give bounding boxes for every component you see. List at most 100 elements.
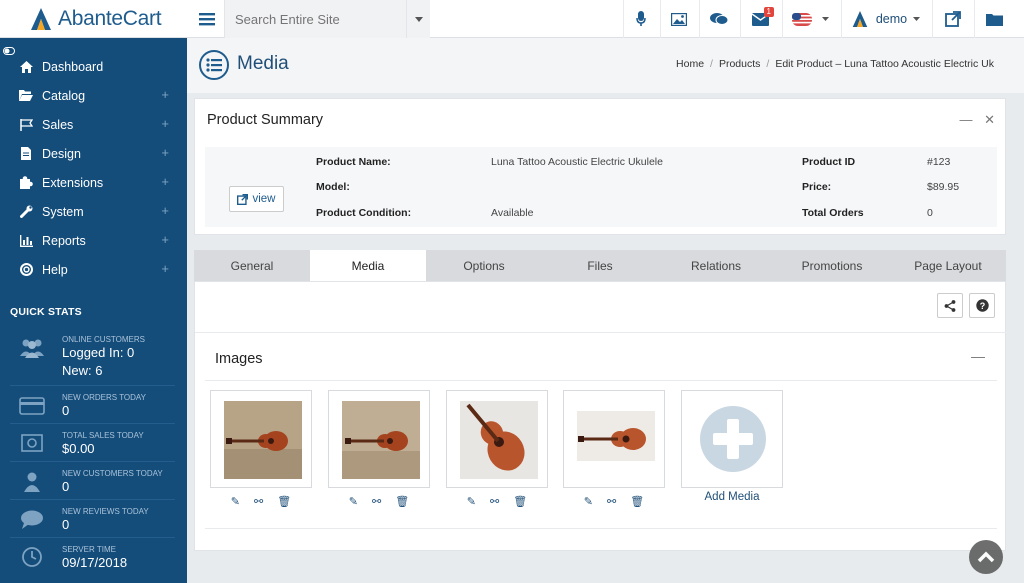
- image-actions: ✎ ⚯ 🗑: [328, 495, 430, 508]
- page-header: Media Home / Products / Edit Product – Luna …: [187, 38, 1024, 93]
- stat-label: SERVER TIME: [62, 545, 116, 554]
- tab-files[interactable]: Files: [542, 250, 658, 281]
- trash-icon[interactable]: 🗑: [277, 495, 291, 508]
- menu-toggle-button[interactable]: [192, 0, 222, 38]
- stat-value: 0: [62, 479, 70, 494]
- stat-value: 0: [62, 517, 70, 532]
- sidebar-item-sales[interactable]: Sales +: [0, 110, 187, 139]
- divider: [195, 332, 1007, 333]
- logo[interactable]: AbanteCart: [0, 0, 187, 38]
- stat-value: New: 6: [62, 363, 103, 378]
- close-icon[interactable]: ✕: [984, 112, 995, 127]
- sidebar-item-dashboard[interactable]: Dashboard: [0, 52, 187, 81]
- stat-value: $0.00: [62, 441, 95, 456]
- us-flag-icon: [792, 12, 812, 26]
- tab-promotions[interactable]: Promotions: [774, 250, 890, 281]
- breadcrumb: Home / Products / Edit Product – Luna Tattoo…: [676, 58, 994, 70]
- image-thumbnail[interactable]: [210, 390, 312, 488]
- edit-icon[interactable]: ✎: [467, 495, 476, 508]
- external-link-icon: [237, 193, 249, 205]
- unlink-icon[interactable]: ⚯: [607, 495, 616, 508]
- product-tabs: General Media Options Files Relations Pr…: [194, 250, 1006, 281]
- user-name: demo: [875, 12, 908, 26]
- stat-label: TOTAL SALES TODAY: [62, 431, 144, 440]
- edit-icon[interactable]: ✎: [349, 495, 358, 508]
- stat-label: NEW ORDERS TODAY: [62, 393, 147, 402]
- media-manager-button[interactable]: [660, 0, 696, 38]
- media-panel: ? Images — ✎ ⚯ 🗑 ✎ ⚯ 🗑 ✎ ⚯ 🗑 ✎ ⚯ 🗑 Add M…: [194, 281, 1007, 551]
- expand-icon: +: [161, 116, 169, 131]
- open-storefront-button[interactable]: [932, 0, 972, 38]
- image-thumbnail[interactable]: [328, 390, 430, 488]
- tab-general[interactable]: General: [194, 250, 310, 281]
- breadcrumb-products[interactable]: Products: [719, 58, 760, 70]
- image-actions: ✎ ⚯ 🗑: [563, 495, 665, 508]
- chat-button[interactable]: [699, 0, 737, 38]
- tab-media[interactable]: Media: [310, 250, 426, 281]
- breadcrumb-current: Edit Product – Luna Tattoo Acoustic Elec…: [775, 58, 994, 70]
- sidebar-item-help[interactable]: Help +: [0, 255, 187, 284]
- ukulele-photo: [342, 401, 420, 479]
- expand-icon: +: [161, 232, 169, 247]
- top-bar: AbanteCart 1 demo: [0, 0, 1024, 38]
- tab-page-layout[interactable]: Page Layout: [890, 250, 1006, 281]
- comments-icon: [709, 13, 728, 25]
- messages-button[interactable]: 1: [740, 0, 780, 38]
- comment-icon: [21, 510, 43, 529]
- trash-icon[interactable]: 🗑: [630, 495, 644, 508]
- minimize-button[interactable]: —: [959, 112, 972, 127]
- caret-down-icon: [913, 17, 921, 21]
- list-icon: [199, 50, 229, 80]
- stat-value: 0: [62, 403, 70, 418]
- user-menu[interactable]: demo: [841, 0, 930, 38]
- sidebar-item-extensions[interactable]: Extensions +: [0, 168, 187, 197]
- total-orders-label: Total Orders: [802, 207, 864, 219]
- trash-icon[interactable]: 🗑: [395, 495, 409, 508]
- users-icon: [20, 339, 44, 358]
- tab-options[interactable]: Options: [426, 250, 542, 281]
- scroll-to-top-button[interactable]: [969, 540, 1003, 574]
- sidebar-item-design[interactable]: Design +: [0, 139, 187, 168]
- add-media-label[interactable]: Add Media: [681, 491, 783, 503]
- unlink-icon[interactable]: ⚯: [254, 495, 263, 508]
- clock-icon: [22, 547, 42, 567]
- search-dropdown-button[interactable]: [406, 0, 430, 38]
- total-orders-value: 0: [927, 207, 933, 219]
- product-name-label: Product Name:: [316, 156, 391, 168]
- sidebar-item-system[interactable]: System +: [0, 197, 187, 226]
- page-title: Media: [237, 53, 289, 74]
- edit-icon[interactable]: ✎: [584, 495, 593, 508]
- share-button[interactable]: [937, 293, 963, 318]
- search-input[interactable]: [225, 0, 400, 38]
- sidebar-item-label: System: [42, 204, 84, 219]
- help-button[interactable]: ?: [969, 293, 995, 318]
- file-manager-button[interactable]: [974, 0, 1014, 38]
- price-label: Price:: [802, 181, 832, 193]
- tab-relations[interactable]: Relations: [658, 250, 774, 281]
- add-media-button[interactable]: [681, 390, 783, 488]
- unlink-icon[interactable]: ⚯: [372, 495, 381, 508]
- view-button[interactable]: view: [229, 186, 284, 212]
- edit-icon[interactable]: ✎: [231, 495, 240, 508]
- share-icon: [944, 299, 956, 312]
- product-id-label: Product ID: [802, 156, 856, 168]
- collapse-button[interactable]: —: [971, 348, 985, 364]
- sidebar-item-catalog[interactable]: Catalog +: [0, 81, 187, 110]
- image-thumbnail[interactable]: [563, 390, 665, 488]
- divider: [205, 380, 997, 381]
- sidebar-item-reports[interactable]: Reports +: [0, 226, 187, 255]
- breadcrumb-home[interactable]: Home: [676, 58, 704, 70]
- stat-new-customers: NEW CUSTOMERS TODAY 0: [10, 462, 175, 500]
- plus-circle-icon: [700, 406, 766, 472]
- trash-icon[interactable]: 🗑: [513, 495, 527, 508]
- caret-down-icon: [414, 16, 423, 22]
- voice-search-button[interactable]: [623, 0, 657, 38]
- sidebar-toggle[interactable]: [3, 42, 15, 55]
- lifebuoy-icon: [18, 263, 34, 277]
- unlink-icon[interactable]: ⚯: [490, 495, 499, 508]
- stat-server-time: SERVER TIME 09/17/2018: [10, 538, 175, 576]
- language-selector[interactable]: [782, 0, 838, 38]
- bar-chart-icon: [18, 234, 34, 248]
- image-thumbnail[interactable]: [446, 390, 548, 488]
- sidebar-item-label: Catalog: [42, 88, 86, 103]
